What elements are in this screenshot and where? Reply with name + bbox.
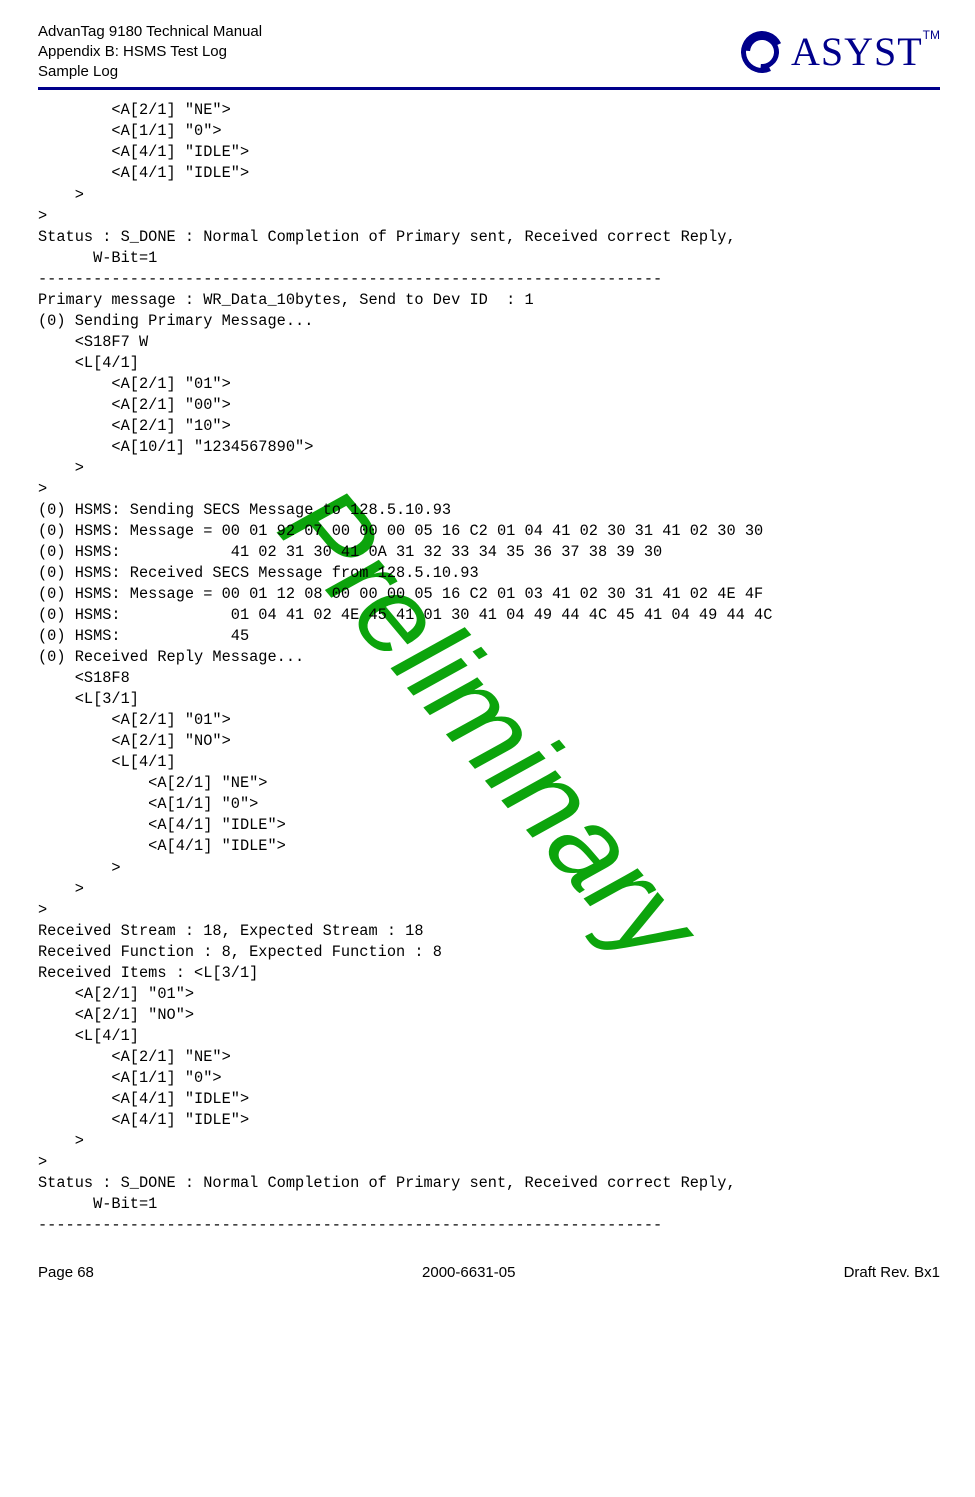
brand-logo: ASYSTTM bbox=[741, 28, 940, 75]
header-text-block: AdvanTag 9180 Technical Manual Appendix … bbox=[38, 22, 262, 81]
logo-swirl-icon bbox=[741, 31, 783, 73]
footer-docnum: 2000-6631-05 bbox=[422, 1264, 515, 1281]
page-footer: Page 68 2000-6631-05 Draft Rev. Bx1 bbox=[38, 1260, 940, 1281]
log-body: <A[2/1] "NE"> <A[1/1] "0"> <A[4/1] "IDLE… bbox=[38, 100, 940, 1236]
page-header: AdvanTag 9180 Technical Manual Appendix … bbox=[38, 22, 940, 90]
doc-section: Appendix B: HSMS Test Log bbox=[38, 42, 262, 62]
logo-word: ASYST bbox=[791, 29, 923, 74]
doc-subsection: Sample Log bbox=[38, 62, 262, 82]
logo-trademark: TM bbox=[923, 28, 940, 42]
footer-page: Page 68 bbox=[38, 1264, 94, 1281]
doc-title: AdvanTag 9180 Technical Manual bbox=[38, 22, 262, 42]
footer-rev: Draft Rev. Bx1 bbox=[844, 1264, 940, 1281]
